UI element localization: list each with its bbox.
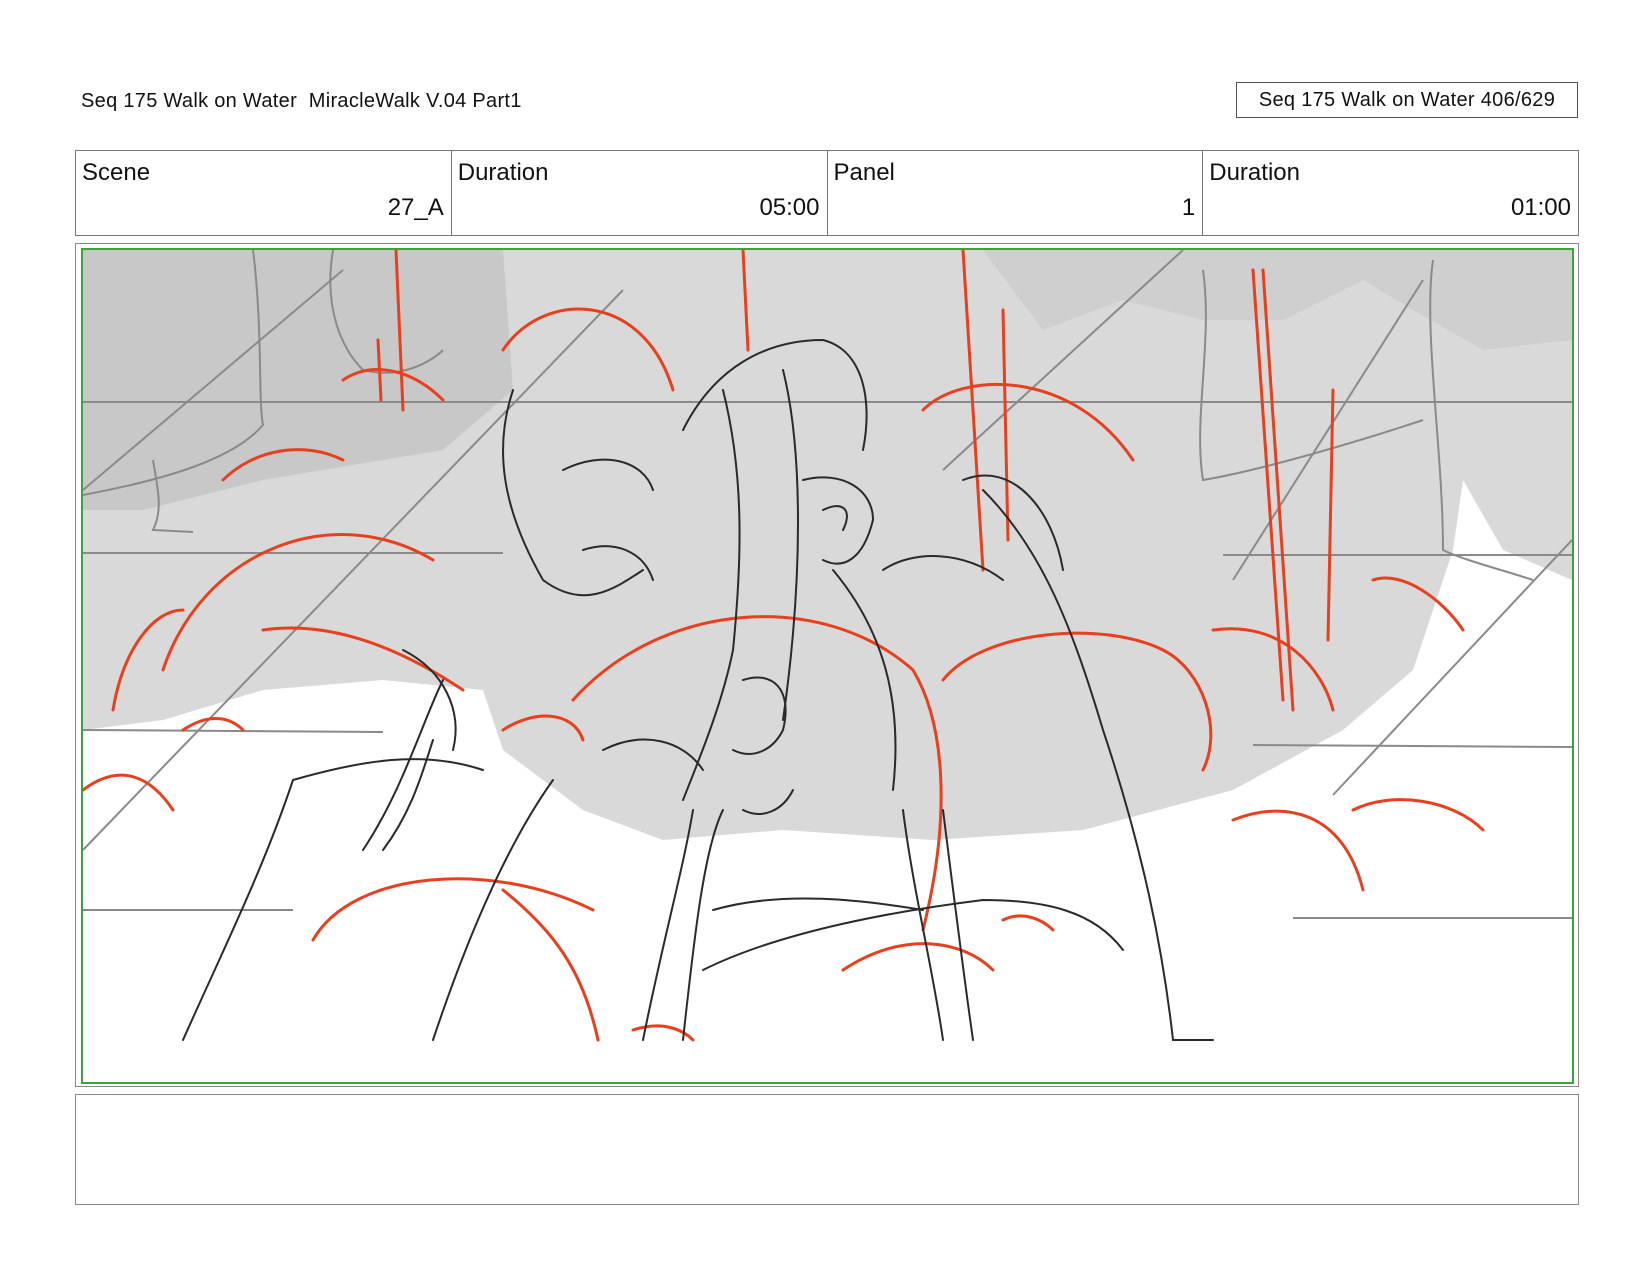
- panel-duration-cell: Duration 01:00: [1203, 151, 1578, 235]
- scene-duration-value: 05:00: [759, 194, 820, 221]
- page-counter-badge: Seq 175 Walk on Water 406/629: [1236, 82, 1578, 118]
- storyboard-panel-image: [81, 248, 1574, 1084]
- panel-duration-label: Duration: [1209, 159, 1300, 186]
- scene-cell: Scene 27_A: [76, 151, 452, 235]
- sketch-drawing: [83, 250, 1572, 1042]
- panel-info-table: Scene 27_A Duration 05:00 Panel 1 Durati…: [75, 150, 1579, 236]
- scene-duration-label: Duration: [457, 159, 549, 186]
- scene-duration-cell: Duration 05:00: [452, 151, 828, 235]
- panel-label: Panel: [833, 159, 895, 186]
- panel-value: 1: [1181, 194, 1196, 221]
- panel-cell: Panel 1: [828, 151, 1204, 235]
- scene-label: Scene: [82, 159, 151, 186]
- sequence-title: Seq 175 Walk on Water MiracleWalk V.04 P…: [81, 90, 522, 112]
- panel-notes-box: [75, 1094, 1579, 1205]
- gray-shading: [83, 250, 1572, 840]
- scene-value: 27_A: [387, 194, 444, 221]
- panel-duration-value: 01:00: [1510, 194, 1571, 221]
